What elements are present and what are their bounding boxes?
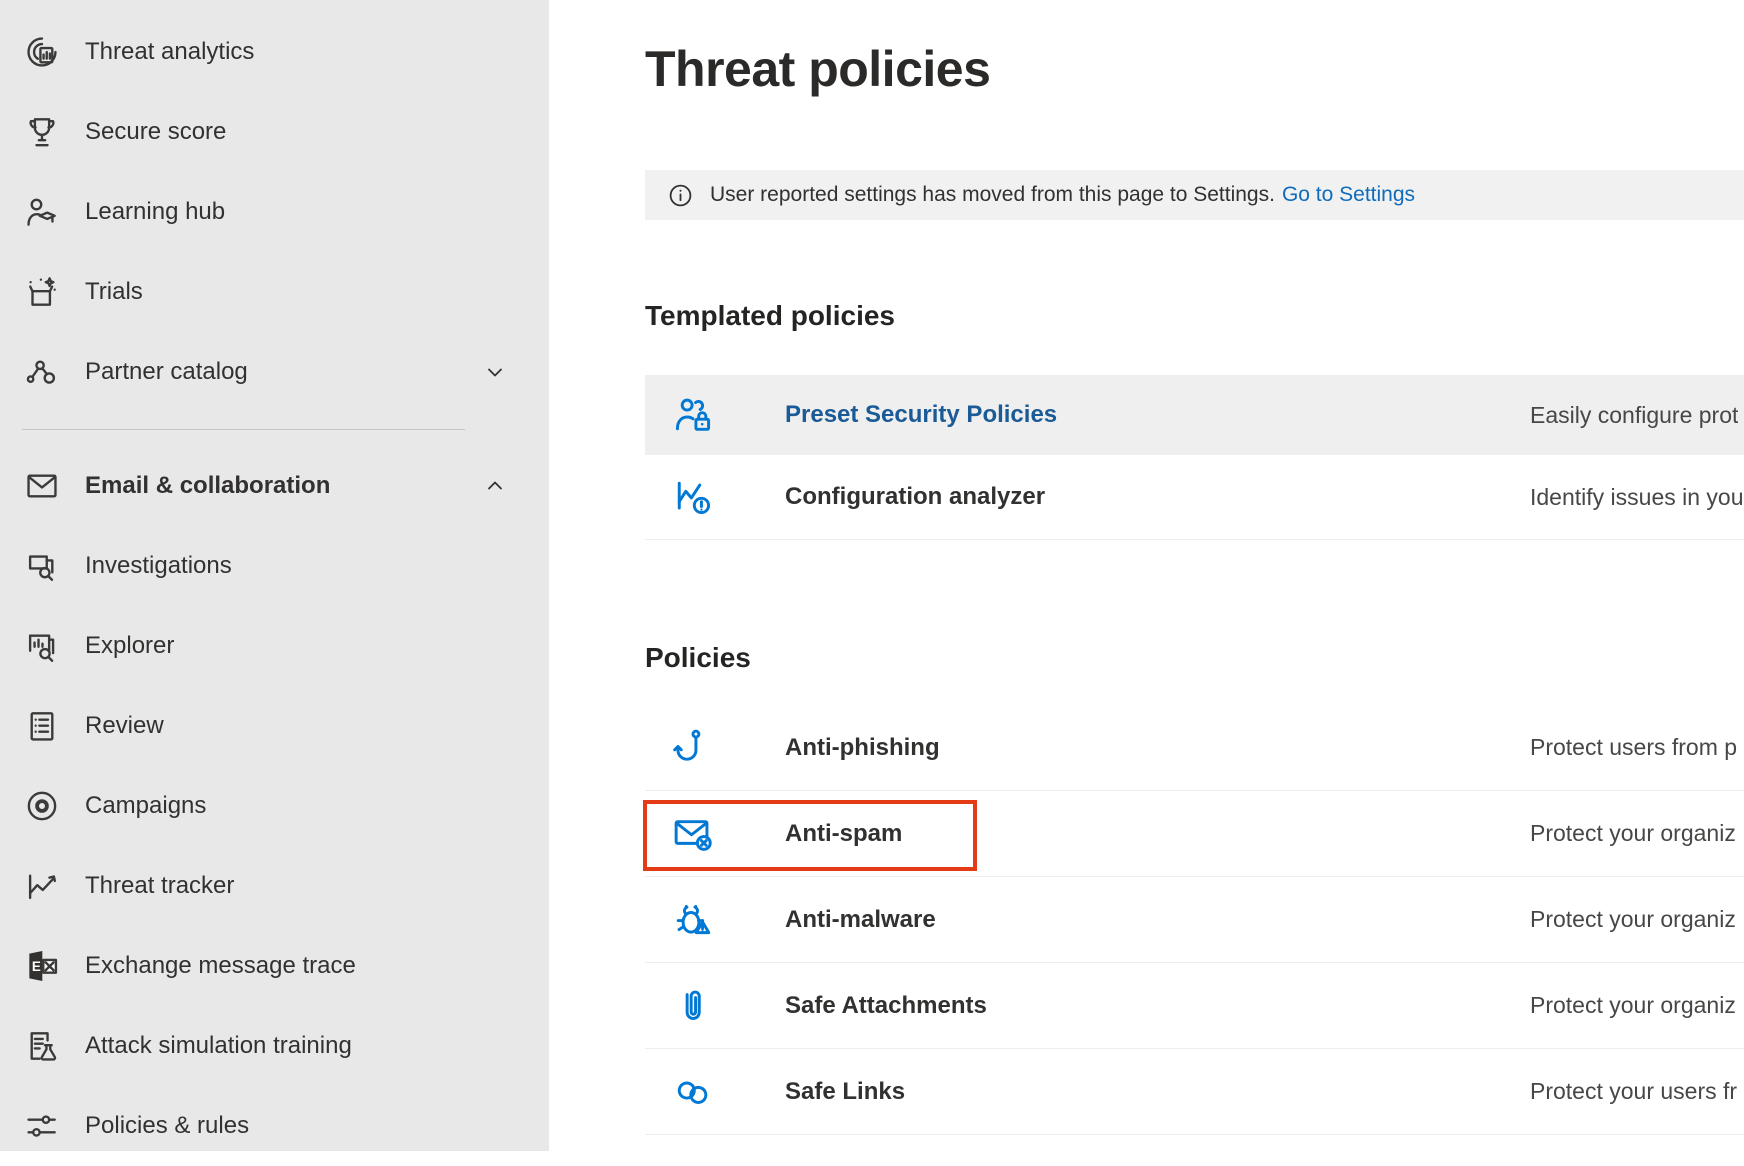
row-description: Protect your users fr (1530, 1078, 1737, 1105)
sidebar-divider (22, 429, 465, 430)
row-description: Protect users from p (1530, 734, 1737, 761)
sidebar-item-partner-catalog[interactable]: Partner catalog (0, 332, 549, 412)
sidebar-item-attack-simulation-training[interactable]: Attack simulation training (0, 1006, 549, 1086)
sidebar-item-label: Policies & rules (85, 1112, 249, 1140)
sidebar-item-label: Partner catalog (85, 358, 248, 386)
sidebar-item-campaigns[interactable]: Campaigns (0, 766, 549, 846)
row-name[interactable]: Safe Links (785, 1078, 1530, 1106)
chevron-up-icon[interactable] (483, 474, 507, 498)
attack-simulation-icon (20, 1027, 64, 1065)
row-name[interactable]: Anti-spam (785, 820, 1530, 848)
threat-analytics-icon (20, 33, 64, 71)
sidebar-item-threat-analytics[interactable]: Threat analytics (0, 12, 549, 92)
sidebar-item-label: Investigations (85, 552, 232, 580)
sidebar-item-review[interactable]: Review (0, 686, 549, 766)
sidebar-item-label: Exchange message trace (85, 952, 356, 980)
sidebar-item-exchange-message-trace[interactable]: E Exchange message trace (0, 926, 549, 1006)
sidebar-item-label: Secure score (85, 118, 226, 146)
partner-catalog-icon (20, 353, 64, 391)
trials-gift-icon (20, 273, 64, 311)
row-description: Protect your organiz (1530, 820, 1736, 847)
section-heading-templated-policies: Templated policies (645, 300, 895, 332)
section-heading-policies: Policies (645, 642, 751, 674)
sidebar-item-label: Campaigns (85, 792, 206, 820)
exchange-logo-icon: E (20, 947, 64, 985)
sidebar-item-label: Explorer (85, 632, 174, 660)
row-safe-links[interactable]: Safe Links Protect your users fr (645, 1049, 1744, 1135)
sidebar-item-trials[interactable]: Trials (0, 252, 549, 332)
paperclip-icon (670, 984, 716, 1028)
sidebar-item-secure-score[interactable]: Secure score (0, 92, 549, 172)
review-list-icon (20, 707, 64, 745)
row-name[interactable]: Anti-malware (785, 906, 1530, 934)
sidebar-item-threat-tracker[interactable]: Threat tracker (0, 846, 549, 926)
sidebar-item-explorer[interactable]: Explorer (0, 606, 549, 686)
chevron-down-icon[interactable] (483, 360, 507, 384)
info-icon (667, 182, 694, 209)
svg-text:E: E (32, 959, 41, 974)
investigations-icon (20, 547, 64, 585)
preset-security-icon (670, 393, 716, 437)
sidebar-item-label: Trials (85, 278, 143, 306)
info-banner: User reported settings has moved from th… (645, 170, 1744, 220)
sidebar-item-label: Threat analytics (85, 38, 254, 66)
configuration-analyzer-icon (670, 475, 716, 519)
banner-message: User reported settings has moved from th… (710, 183, 1275, 207)
row-anti-malware[interactable]: Anti-malware Protect your organiz (645, 877, 1744, 963)
row-name[interactable]: Preset Security Policies (785, 401, 1530, 429)
sidebar-item-learning-hub[interactable]: Learning hub (0, 172, 549, 252)
explorer-icon (20, 627, 64, 665)
anti-malware-bug-icon (670, 898, 716, 942)
sidebar-item-investigations[interactable]: Investigations (0, 526, 549, 606)
main-content: Threat policies User reported settings h… (549, 0, 1744, 1151)
row-description: Protect your organiz (1530, 906, 1736, 933)
chain-links-icon (670, 1070, 716, 1114)
sidebar-item-label: Review (85, 712, 164, 740)
sidebar-item-label: Learning hub (85, 198, 225, 226)
threat-tracker-chart-icon (20, 867, 64, 905)
row-description: Identify issues in you (1530, 484, 1744, 511)
sidebar-item-email-collaboration[interactable]: Email & collaboration (0, 446, 549, 526)
campaigns-bullseye-icon (20, 787, 64, 825)
sidebar-item-policies-rules[interactable]: Policies & rules (0, 1086, 549, 1166)
trophy-icon (20, 113, 64, 151)
sliders-icon (20, 1107, 64, 1145)
row-description: Easily configure prot (1530, 402, 1738, 429)
anti-phishing-hook-icon (670, 726, 716, 770)
anti-spam-mail-icon (670, 812, 716, 856)
mail-icon (20, 467, 64, 505)
row-anti-spam[interactable]: Anti-spam Protect your organiz (645, 791, 1744, 877)
row-anti-phishing[interactable]: Anti-phishing Protect users from p (645, 705, 1744, 791)
row-name[interactable]: Safe Attachments (785, 992, 1530, 1020)
learning-hub-icon (20, 193, 64, 231)
go-to-settings-link[interactable]: Go to Settings (1282, 183, 1415, 207)
row-description: Protect your organiz (1530, 992, 1736, 1019)
row-name[interactable]: Anti-phishing (785, 734, 1530, 762)
row-configuration-analyzer[interactable]: Configuration analyzer Identify issues i… (645, 455, 1744, 540)
sidebar-item-label: Email & collaboration (85, 472, 330, 500)
sidebar-item-label: Attack simulation training (85, 1032, 352, 1060)
row-name[interactable]: Configuration analyzer (785, 483, 1530, 511)
row-safe-attachments[interactable]: Safe Attachments Protect your organiz (645, 963, 1744, 1049)
row-preset-security-policies[interactable]: Preset Security Policies Easily configur… (645, 375, 1744, 455)
sidebar-item-label: Threat tracker (85, 872, 234, 900)
page-title: Threat policies (645, 40, 990, 98)
sidebar: Threat analytics Secure score Learning h… (0, 0, 549, 1151)
